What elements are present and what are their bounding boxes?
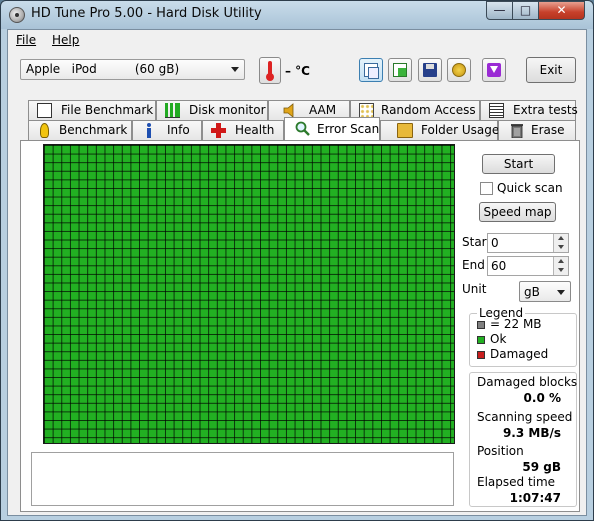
menu-file-label: File: [16, 33, 37, 47]
legend-ok: Ok: [490, 332, 507, 346]
damaged-swatch: [477, 351, 485, 359]
tab-error-scan-label: Error Scan: [317, 122, 380, 136]
magnifier-icon: [295, 121, 310, 136]
temperature-readout: – °C: [285, 64, 310, 78]
tab-folder-usage[interactable]: Folder Usage: [380, 120, 500, 140]
random-access-icon: [359, 103, 374, 118]
exit-button[interactable]: Exit: [526, 57, 576, 83]
copy-info-button[interactable]: [359, 58, 383, 82]
maximize-button[interactable]: □: [512, 1, 539, 20]
elapsed-time-label: Elapsed time: [477, 475, 556, 489]
error-scan-panel: Start Quick scan Speed map Start 0 End 6…: [20, 140, 580, 512]
coins-icon: [452, 63, 466, 77]
unit-label: Unit: [462, 282, 487, 296]
menu-help[interactable]: Help: [52, 33, 79, 47]
start-scan-button[interactable]: Start: [482, 154, 555, 174]
damaged-blocks-value: 0.0 %: [523, 391, 561, 405]
chevron-down-icon: [231, 67, 239, 72]
ok-swatch: [477, 336, 485, 344]
drive-select-value: Apple iPod (60 gB): [26, 62, 180, 76]
speaker-icon: [283, 103, 298, 118]
folder-icon: [397, 123, 413, 138]
quick-scan-label: Quick scan: [497, 181, 563, 195]
position-value: 59 gB: [522, 460, 561, 474]
spin-down-icon[interactable]: [553, 243, 568, 252]
scanning-speed-value: 9.3 MB/s: [502, 426, 561, 440]
copy-icon: [364, 63, 379, 79]
window-title: HD Tune Pro 5.00 - Hard Disk Utility: [31, 6, 262, 21]
tab-info-label: Info: [167, 123, 190, 137]
block-size-swatch: [477, 321, 485, 329]
elapsed-time-value: 1:07:47: [509, 491, 561, 505]
tab-file-benchmark-label: File Benchmark: [61, 103, 154, 117]
tab-erase-label: Erase: [531, 123, 565, 137]
tab-file-benchmark[interactable]: File Benchmark: [28, 100, 156, 120]
tab-health[interactable]: Health: [202, 120, 284, 140]
thermometer-icon[interactable]: [259, 57, 281, 84]
health-cross-icon: [211, 123, 226, 138]
hd-tune-app-icon[interactable]: [9, 7, 25, 23]
end-position-label: End: [462, 258, 485, 272]
speed-map-button[interactable]: Speed map: [479, 202, 556, 222]
end-position-value: 60: [491, 259, 507, 273]
info-icon: [145, 123, 153, 138]
tab-erase[interactable]: Erase: [498, 120, 576, 140]
tab-extra-tests-label: Extra tests: [513, 103, 578, 117]
tab-aam-label: AAM: [309, 103, 337, 117]
unit-select-value: gB: [524, 285, 540, 299]
tab-error-scan[interactable]: Error Scan: [284, 117, 380, 140]
legend-damaged: Damaged: [490, 347, 549, 361]
scan-log-box[interactable]: [31, 452, 454, 506]
download-button[interactable]: [482, 58, 506, 82]
close-button[interactable]: ✕: [538, 1, 585, 20]
disk-monitor-icon: [165, 103, 180, 118]
chevron-down-icon: [557, 290, 565, 295]
drive-select[interactable]: Apple iPod (60 gB): [20, 59, 245, 80]
extra-tests-icon: [489, 103, 504, 118]
tab-disk-monitor[interactable]: Disk monitor: [156, 100, 268, 120]
quick-scan-checkbox[interactable]: [480, 182, 493, 195]
start-position-value: 0: [491, 236, 499, 250]
toolbar: Apple iPod (60 gB) – °C Exit: [8, 52, 586, 90]
lightbulb-icon: [40, 123, 49, 138]
copy-screenshot-button[interactable]: [388, 58, 412, 82]
tab-benchmark[interactable]: Benchmark: [28, 120, 132, 140]
minimize-button[interactable]: —: [486, 1, 513, 20]
copy-green-icon: [393, 63, 407, 77]
trash-icon: [511, 123, 523, 139]
unit-select[interactable]: gB: [519, 281, 571, 302]
tab-health-label: Health: [235, 123, 275, 137]
scanning-speed-label: Scanning speed: [477, 410, 573, 424]
damaged-blocks-label: Damaged blocks: [477, 375, 578, 389]
spin-down-icon[interactable]: [553, 266, 568, 275]
scan-block-map: [43, 144, 455, 444]
tab-info[interactable]: Info: [132, 120, 202, 140]
floppy-disk-icon: [423, 63, 437, 77]
title-bar[interactable]: HD Tune Pro 5.00 - Hard Disk Utility — □…: [1, 1, 593, 28]
app-window: HD Tune Pro 5.00 - Hard Disk Utility — □…: [0, 0, 594, 521]
end-position-spinner[interactable]: 60: [487, 256, 569, 276]
start-position-spinner[interactable]: 0: [487, 233, 569, 253]
spin-up-icon[interactable]: [553, 257, 568, 266]
position-label: Position: [477, 444, 524, 458]
tab-benchmark-label: Benchmark: [59, 123, 128, 137]
tab-extra-tests[interactable]: Extra tests: [480, 100, 578, 120]
menu-help-label: Help: [52, 33, 80, 47]
options-button[interactable]: [447, 58, 471, 82]
save-button[interactable]: [418, 58, 442, 82]
client-area: File Help Apple iPod (60 gB) – °C Exit F…: [7, 29, 587, 516]
tab-folder-usage-label: Folder Usage: [421, 123, 500, 137]
download-arrow-icon: [487, 63, 501, 77]
file-benchmark-icon: [37, 103, 52, 118]
tab-disk-monitor-label: Disk monitor: [189, 103, 266, 117]
tab-random-access-label: Random Access: [381, 103, 476, 117]
menu-file[interactable]: File: [16, 33, 36, 47]
spin-up-icon[interactable]: [553, 234, 568, 243]
legend-block-size: = 22 MB: [490, 317, 542, 331]
menu-bar: File Help: [8, 30, 586, 50]
